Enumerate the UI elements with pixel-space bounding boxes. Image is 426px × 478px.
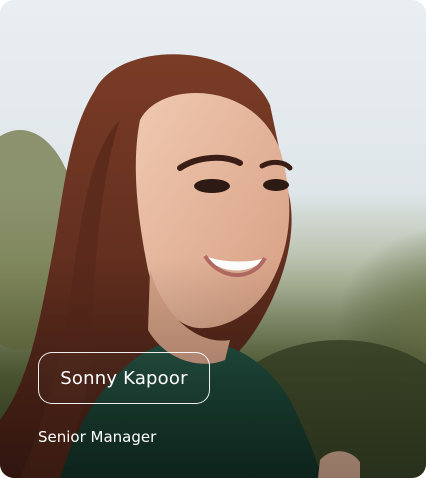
- person-name: Sonny Kapoor: [60, 367, 188, 389]
- person-title: Senior Manager: [38, 428, 157, 446]
- name-badge[interactable]: Sonny Kapoor: [38, 352, 210, 404]
- profile-card[interactable]: Sonny Kapoor Senior Manager: [0, 0, 426, 478]
